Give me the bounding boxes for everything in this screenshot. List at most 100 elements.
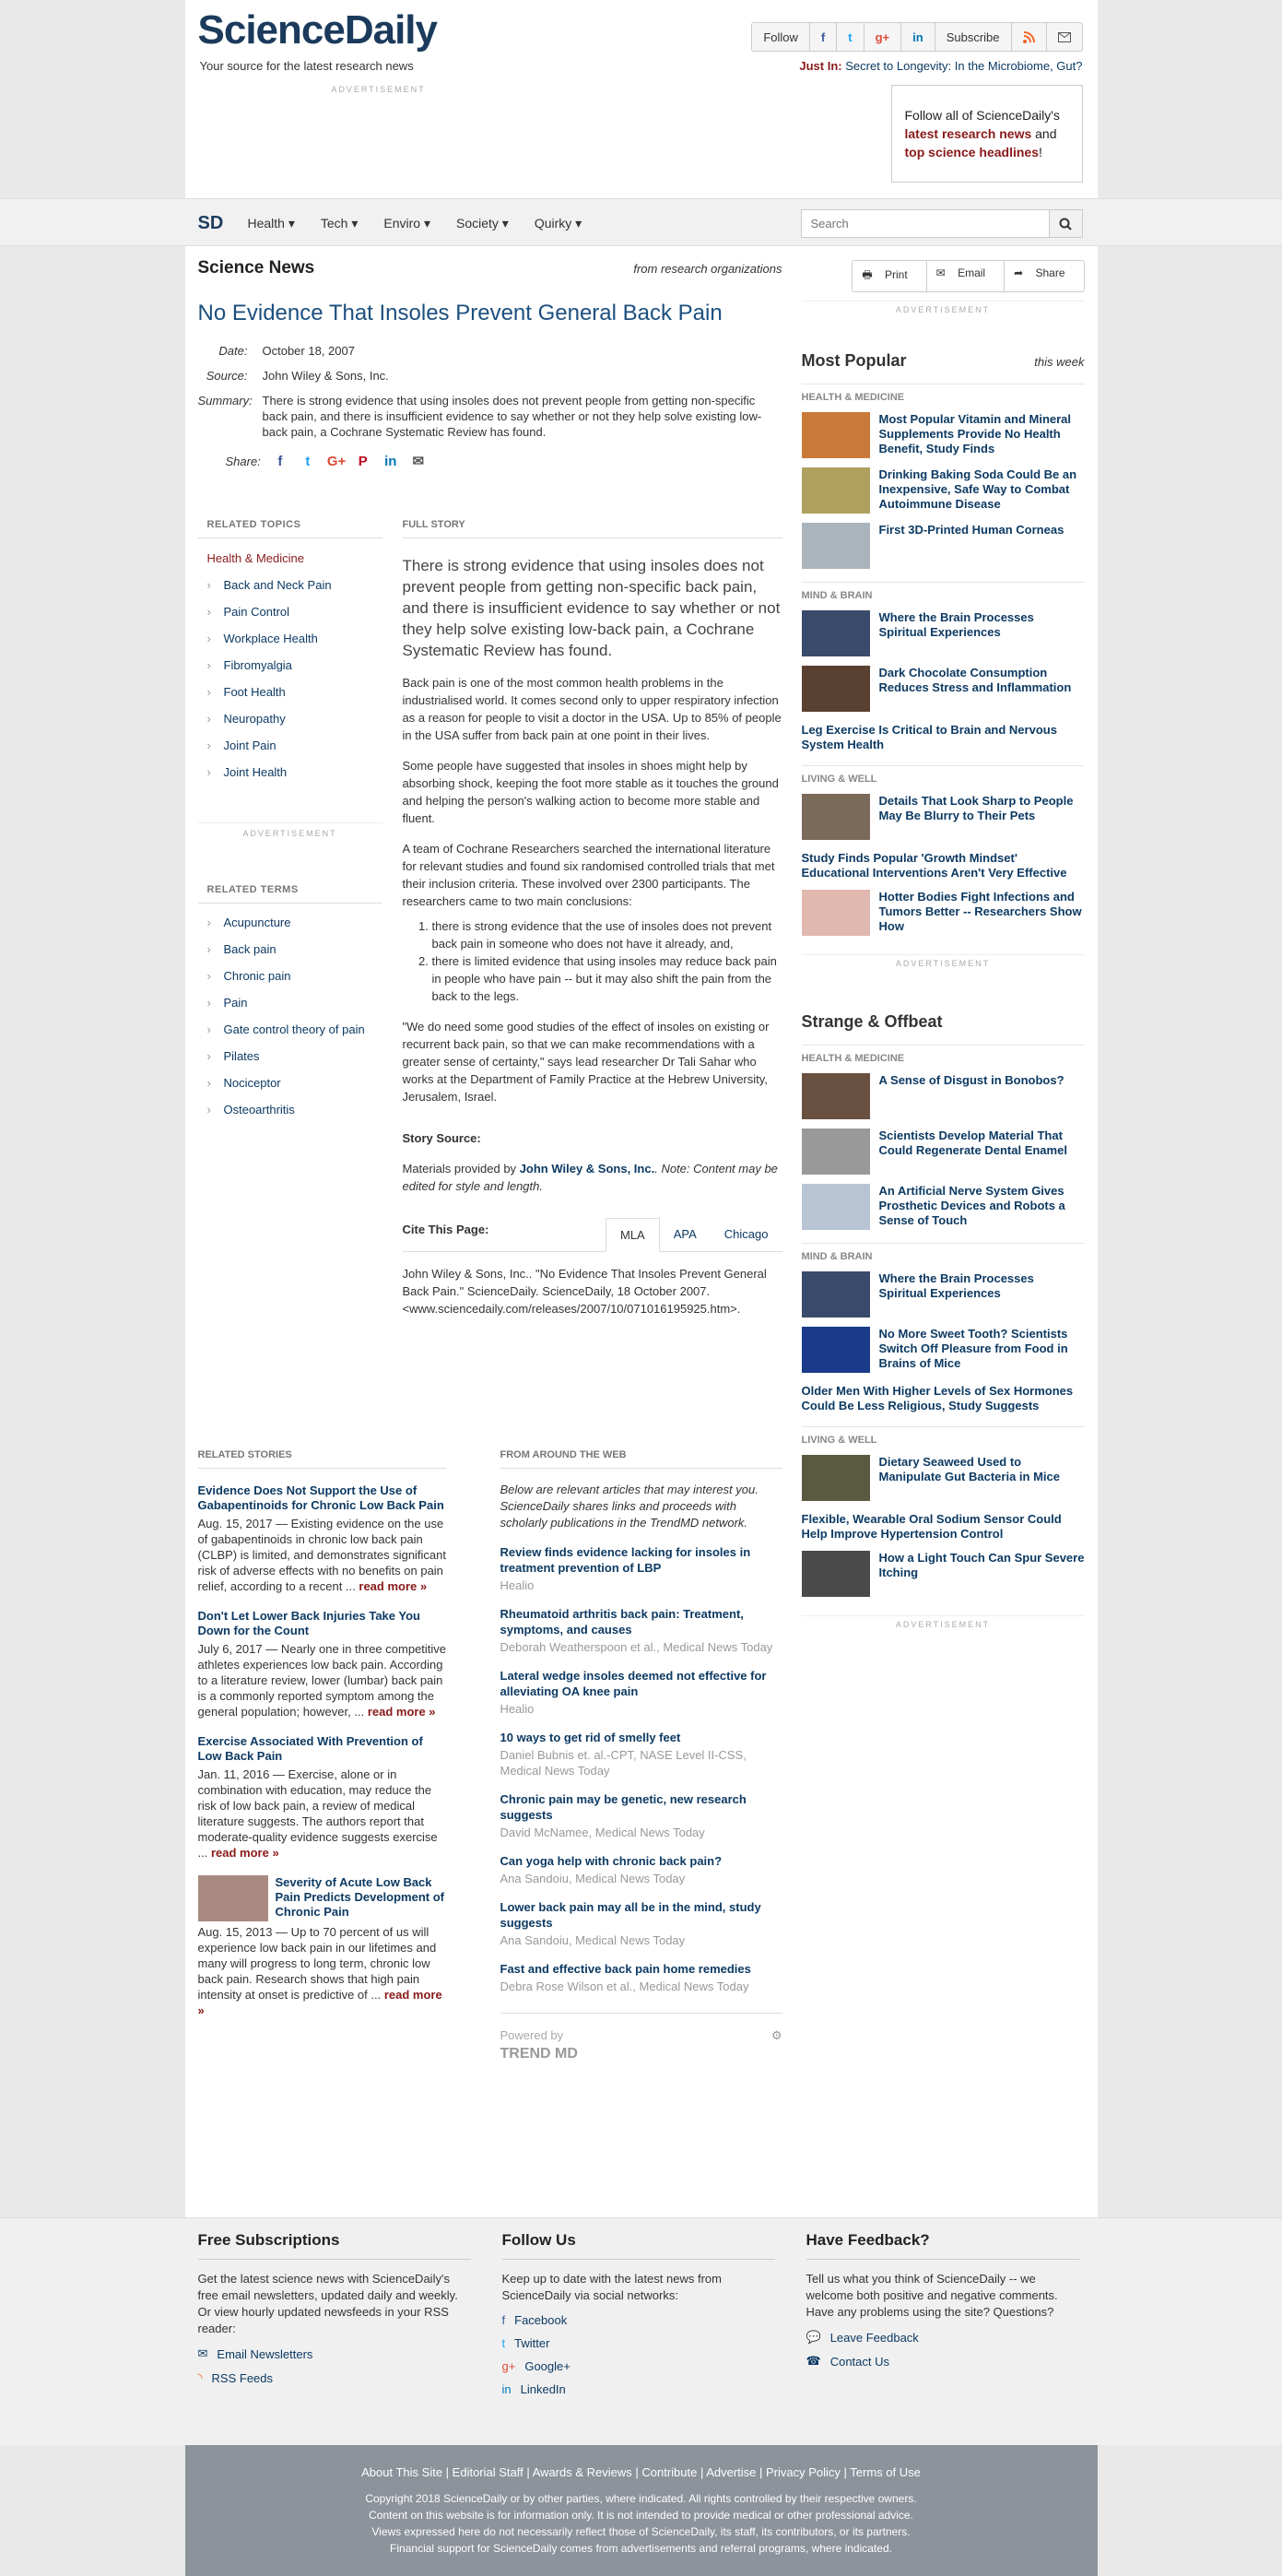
related-topic-item[interactable]: Neuropathy <box>198 705 382 732</box>
footer-links[interactable]: About This Site | Editorial Staff | Awar… <box>185 2465 1098 2479</box>
strange-item[interactable]: An Artificial Nerve System Gives Prosthe… <box>801 1184 1085 1230</box>
just-in[interactable]: Just In: Secret to Longevity: In the Mic… <box>799 59 1082 73</box>
print-button[interactable]: 🖶 Print <box>853 261 927 291</box>
strange-item[interactable]: A Sense of Disgust in Bonobos? <box>801 1073 1085 1119</box>
email-icon: ✉ <box>197 2346 208 2360</box>
mail-icon[interactable] <box>1047 23 1082 51</box>
popular-item[interactable]: First 3D-Printed Human Corneas <box>801 523 1085 569</box>
popular-item[interactable]: Leg Exercise Is Critical to Brain and Ne… <box>802 723 1085 752</box>
story-item[interactable]: Severity of Acute Low Back Pain Predicts… <box>197 1875 447 2018</box>
related-topic-item[interactable]: Joint Health <box>198 759 382 786</box>
popular-item[interactable]: Study Finds Popular 'Growth Mindset' Edu… <box>802 851 1085 880</box>
facebook-icon[interactable]: f <box>272 454 288 469</box>
web-item[interactable]: Fast and effective back pain home remedi… <box>500 1961 782 1994</box>
popular-item[interactable]: Most Popular Vitamin and Mineral Supplem… <box>801 412 1085 458</box>
strange-item[interactable]: No More Sweet Tooth? Scientists Switch O… <box>801 1327 1085 1373</box>
nav-health[interactable]: Health ▾ <box>235 216 308 231</box>
web-item[interactable]: 10 ways to get rid of smelly feet Daniel … <box>500 1730 782 1778</box>
follow-us: Follow Us Keep up to date with the lates… <box>501 2231 775 2396</box>
popular-item[interactable]: Dark Chocolate Consumption Reduces Stres… <box>801 666 1085 712</box>
strange-item[interactable]: Older Men With Higher Levels of Sex Horm… <box>802 1384 1085 1413</box>
twitter-link[interactable]: t Twitter <box>502 2336 775 2350</box>
trendmd-powered[interactable]: Powered by TREND MD ⚙ <box>500 2013 782 2062</box>
related-topic-item[interactable]: Workplace Health <box>198 625 382 652</box>
related-topic-item[interactable]: Fibromyalgia <box>198 652 382 679</box>
google-plus-icon[interactable]: g+ <box>864 23 902 51</box>
web-item[interactable]: Lower back pain may all be in the mind, … <box>500 1899 782 1948</box>
pinterest-icon[interactable]: P <box>355 454 371 469</box>
full-story: FULL STORY There is strong evidence that… <box>402 519 782 1318</box>
related-term-item[interactable]: Chronic pain <box>198 963 382 989</box>
facebook-icon[interactable]: f <box>810 23 838 51</box>
nav-society[interactable]: Society ▾ <box>443 216 522 231</box>
email-newsletters-link[interactable]: ✉ Email Newsletters <box>198 2346 471 2361</box>
search-button[interactable] <box>1049 209 1083 238</box>
search-input[interactable] <box>800 209 1050 238</box>
related-term-item[interactable]: Osteoarthritis <box>198 1096 382 1123</box>
share-button[interactable]: ➦ Share <box>1005 261 1083 291</box>
related-term-item[interactable]: Gate control theory of pain <box>198 1016 382 1043</box>
nav-tech[interactable]: Tech ▾ <box>308 216 371 231</box>
rss-icon[interactable] <box>1012 23 1047 51</box>
story-item[interactable]: Don't Let Lower Back Injuries Take You D… <box>198 1609 447 1719</box>
related-topics-category[interactable]: Health & Medicine <box>198 538 382 572</box>
linkedin-link[interactable]: in LinkedIn <box>502 2382 775 2396</box>
related-term-item[interactable]: Pain <box>198 989 382 1016</box>
gear-icon[interactable]: ⚙ <box>771 2028 782 2043</box>
footer-text: Get the latest science news with Science… <box>197 2272 458 2335</box>
related-term-item[interactable]: Back pain <box>198 936 382 963</box>
related-term-item[interactable]: Pilates <box>198 1043 382 1069</box>
category-label: LIVING & WELL <box>801 765 1085 785</box>
strange-item[interactable]: Flexible, Wearable Oral Sodium Sensor Co… <box>802 1512 1085 1542</box>
facebook-link[interactable]: f Facebook <box>502 2313 775 2327</box>
linkedin-icon[interactable]: in <box>382 454 399 469</box>
web-item[interactable]: Can yoga help with chronic back pain? Ana… <box>500 1853 782 1886</box>
web-item[interactable]: Lateral wedge insoles deemed not effecti… <box>500 1668 782 1717</box>
tab-apa[interactable]: APA <box>660 1218 711 1252</box>
related-topic-item[interactable]: Back and Neck Pain <box>198 572 382 598</box>
thumbnail-image <box>801 1551 870 1597</box>
google-plus-icon[interactable]: G+ <box>327 454 346 469</box>
linkedin-icon[interactable]: in <box>901 23 935 51</box>
google-plus-link[interactable]: g+ Google+ <box>502 2359 775 2373</box>
related-term-item[interactable]: Acupuncture <box>198 909 382 936</box>
related-topic-item[interactable]: Joint Pain <box>198 732 382 759</box>
list-item: there is limited evidence that using ins… <box>432 952 782 1005</box>
nav-logo[interactable]: SD <box>198 213 235 234</box>
contact-us-link[interactable]: ☎ Contact Us <box>806 2354 1079 2369</box>
popular-item[interactable]: Details That Look Sharp to People May Be… <box>801 794 1085 840</box>
web-item[interactable]: Chronic pain may be genetic, new researc… <box>500 1791 782 1840</box>
ad-label: ADVERTISEMENT <box>197 822 382 838</box>
related-topic-item[interactable]: Foot Health <box>198 679 382 705</box>
facebook-icon: f <box>501 2313 506 2327</box>
strange-item[interactable]: Where the Brain Processes Spiritual Expe… <box>801 1271 1085 1318</box>
rss-feeds-link[interactable]: ◝ RSS Feeds <box>198 2370 471 2385</box>
twitter-icon[interactable]: t <box>300 454 316 469</box>
popular-item[interactable]: Where the Brain Processes Spiritual Expe… <box>801 610 1085 656</box>
subscribe-button[interactable]: Subscribe <box>935 23 1012 51</box>
related-topic-item[interactable]: Pain Control <box>198 598 382 625</box>
story-item[interactable]: Exercise Associated With Prevention of L… <box>198 1734 447 1861</box>
web-item[interactable]: Review finds evidence lacking for insole… <box>500 1544 782 1593</box>
source-link[interactable]: John Wiley & Sons, Inc. <box>520 1162 655 1176</box>
web-item[interactable]: Rheumatoid arthritis back pain: Treatmen… <box>500 1606 782 1655</box>
strange-item[interactable]: Dietary Seaweed Used to Manipulate Gut B… <box>801 1455 1085 1501</box>
email-button[interactable]: ✉ Email <box>927 261 1006 291</box>
nav-enviro[interactable]: Enviro ▾ <box>370 216 443 231</box>
strange-item[interactable]: How a Light Touch Can Spur Severe Itchin… <box>801 1551 1085 1597</box>
story-item[interactable]: Evidence Does Not Support the Use of Gab… <box>198 1483 447 1594</box>
site-logo[interactable]: ScienceDaily <box>198 7 438 53</box>
popular-item[interactable]: Hotter Bodies Fight Infections and Tumor… <box>801 890 1085 936</box>
related-term-item[interactable]: Nociceptor <box>198 1069 382 1096</box>
follow-box[interactable]: Follow all of ScienceDaily's latest rese… <box>890 85 1083 183</box>
tab-chicago[interactable]: Chicago <box>711 1218 782 1252</box>
leave-feedback-link[interactable]: 💬 Leave Feedback <box>806 2330 1079 2345</box>
category-label: MIND & BRAIN <box>801 582 1085 601</box>
follow-button[interactable]: Follow <box>752 23 810 51</box>
popular-item[interactable]: Drinking Baking Soda Could Be an Inexpen… <box>801 467 1085 514</box>
nav-quirky[interactable]: Quirky ▾ <box>522 216 594 231</box>
tab-mla[interactable]: MLA <box>606 1218 660 1252</box>
strange-item[interactable]: Scientists Develop Material That Could R… <box>801 1128 1085 1175</box>
twitter-icon[interactable]: t <box>837 23 864 51</box>
email-icon[interactable]: ✉ <box>410 453 427 469</box>
